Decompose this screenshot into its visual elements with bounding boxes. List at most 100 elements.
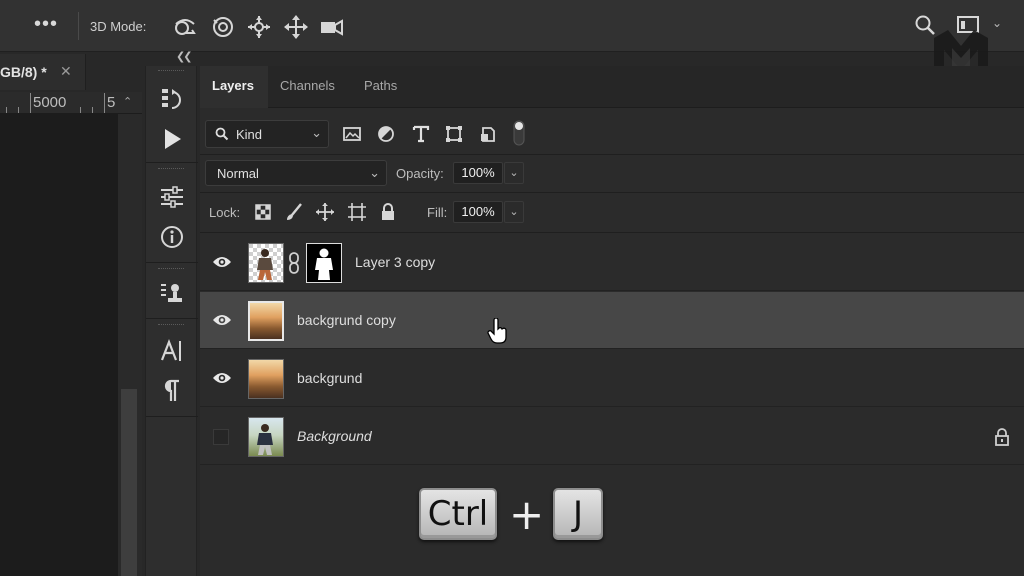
pan-3d-icon[interactable] <box>246 14 272 40</box>
ruler-tick <box>18 107 19 113</box>
strip-grip[interactable] <box>158 168 184 170</box>
layer-name[interactable]: Layer 3 copy <box>355 254 435 270</box>
visibility-eye-icon[interactable] <box>212 254 232 270</box>
filter-pixel-icon[interactable] <box>342 124 362 144</box>
layer-row-background[interactable]: Background <box>200 408 1024 465</box>
document-tab[interactable]: GB/8) * ✕ <box>0 54 86 90</box>
slide-3d-icon[interactable] <box>283 14 309 40</box>
filter-kind-select[interactable]: Kind ⌄ <box>205 120 329 148</box>
scale-3d-camera-icon[interactable] <box>319 14 345 40</box>
ruler-tick <box>92 107 93 113</box>
panel-icon-strip <box>145 66 198 576</box>
play-actions-icon[interactable] <box>159 126 185 152</box>
layer-lock-icon <box>995 428 1009 446</box>
filter-toggle-icon[interactable] <box>512 120 526 146</box>
layer-mask-thumbnail[interactable] <box>306 243 342 283</box>
layer-name[interactable]: Background <box>297 428 372 444</box>
strip-divider <box>146 262 198 263</box>
visibility-eye-icon[interactable] <box>212 370 232 386</box>
lock-artboard-icon[interactable] <box>347 202 367 222</box>
fill-label: Fill: <box>427 205 448 220</box>
layer-thumbnail[interactable] <box>248 359 284 399</box>
chevron-down-icon: ⌄ <box>311 125 322 140</box>
strip-grip[interactable] <box>158 268 184 270</box>
tab-channels[interactable]: Channels <box>268 66 352 108</box>
history-icon[interactable] <box>159 86 185 112</box>
lock-all-icon[interactable] <box>378 202 398 222</box>
mask-silhouette-icon <box>315 248 333 280</box>
strip-divider <box>146 162 198 163</box>
filter-smart-object-icon[interactable] <box>478 124 498 144</box>
horizontal-ruler: 5000 5 ⌃ <box>0 92 142 114</box>
layer-row-backgrund-copy[interactable]: backgrund copy <box>200 292 1024 349</box>
filter-shape-icon[interactable] <box>444 124 464 144</box>
opacity-input[interactable]: 100% <box>453 162 503 184</box>
filter-type-icon[interactable] <box>411 124 431 144</box>
layer-name[interactable]: backgrund <box>297 370 362 386</box>
tab-layers[interactable]: Layers <box>200 66 268 108</box>
character-icon[interactable] <box>159 338 185 364</box>
divider <box>200 232 1024 233</box>
ruler-tick <box>6 107 7 113</box>
strip-grip[interactable] <box>158 324 184 326</box>
vertical-scrollbar[interactable] <box>118 114 142 576</box>
blend-mode-select[interactable]: Normal ⌄ <box>205 160 387 186</box>
clone-source-icon[interactable] <box>159 280 185 306</box>
ruler-number: 5 <box>107 94 116 111</box>
plus-sign: + <box>509 490 545 539</box>
scrollbar-thumb[interactable] <box>121 389 137 576</box>
ctrl-key: Ctrl <box>419 488 497 540</box>
layer-row-layer-3-copy[interactable]: Layer 3 copy <box>200 234 1024 291</box>
chevron-down-icon[interactable]: ⌄ <box>992 16 1002 30</box>
layer-row-backgrund[interactable]: backgrund <box>200 350 1024 407</box>
3d-mode-label: 3D Mode: <box>90 19 147 34</box>
lock-image-pixels-icon[interactable] <box>284 202 304 222</box>
info-icon[interactable] <box>159 224 185 250</box>
filter-kind-label: Kind <box>236 127 263 142</box>
toolbar-divider <box>78 12 79 40</box>
options-bar: ••• 3D Mode: ⌄ <box>0 0 1024 52</box>
orbit-3d-icon[interactable] <box>172 14 198 40</box>
opacity-label: Opacity: <box>396 166 444 181</box>
person-thumbnail-icon <box>257 424 273 455</box>
paragraph-icon[interactable] <box>159 378 185 404</box>
strip-divider <box>146 416 198 417</box>
hand-cursor-icon <box>487 318 507 344</box>
lock-transparent-pixels-icon[interactable] <box>253 202 273 222</box>
mask-link-icon[interactable] <box>288 252 300 274</box>
layer-thumbnail[interactable] <box>248 417 284 457</box>
layer-name[interactable]: backgrund copy <box>297 312 396 328</box>
layers-panel: Layers Channels Paths Kind ⌄ Normal ⌄ Op… <box>200 66 1024 576</box>
collapse-panels-icon[interactable]: ❮❮ <box>176 50 193 63</box>
chevron-up-icon[interactable]: ⌃ <box>123 95 132 108</box>
chevron-down-icon: ⌄ <box>369 165 380 180</box>
layer-thumbnail[interactable] <box>248 301 284 341</box>
person-thumbnail-icon <box>257 249 273 280</box>
divider <box>200 192 1024 193</box>
strip-divider <box>146 318 198 319</box>
j-key: J <box>553 488 603 540</box>
layer-thumbnail[interactable] <box>248 243 284 283</box>
lock-position-icon[interactable] <box>315 202 335 222</box>
ruler-tick <box>104 93 105 113</box>
ruler-tick <box>80 107 81 113</box>
more-options-button[interactable]: ••• <box>34 14 58 34</box>
fill-dropdown[interactable]: ⌄ <box>504 201 524 223</box>
adjustments-icon[interactable] <box>159 184 185 210</box>
visibility-eye-icon[interactable] <box>212 312 232 328</box>
roll-3d-icon[interactable] <box>210 14 236 40</box>
fill-input[interactable]: 100% <box>453 201 503 223</box>
strip-grip[interactable] <box>158 70 184 72</box>
lock-label: Lock: <box>209 205 241 220</box>
document-tab-title: GB/8) * <box>0 64 47 80</box>
close-tab-icon[interactable]: ✕ <box>60 63 72 80</box>
visibility-toggle-off[interactable] <box>213 429 229 445</box>
ruler-number: 5000 <box>33 94 67 111</box>
blend-mode-label: Normal <box>217 166 259 181</box>
filter-adjustment-icon[interactable] <box>376 124 396 144</box>
opacity-dropdown[interactable]: ⌄ <box>504 162 524 184</box>
search-icon <box>215 127 229 141</box>
divider <box>200 154 1024 155</box>
tab-paths[interactable]: Paths <box>352 66 416 108</box>
document-canvas[interactable] <box>0 114 118 576</box>
